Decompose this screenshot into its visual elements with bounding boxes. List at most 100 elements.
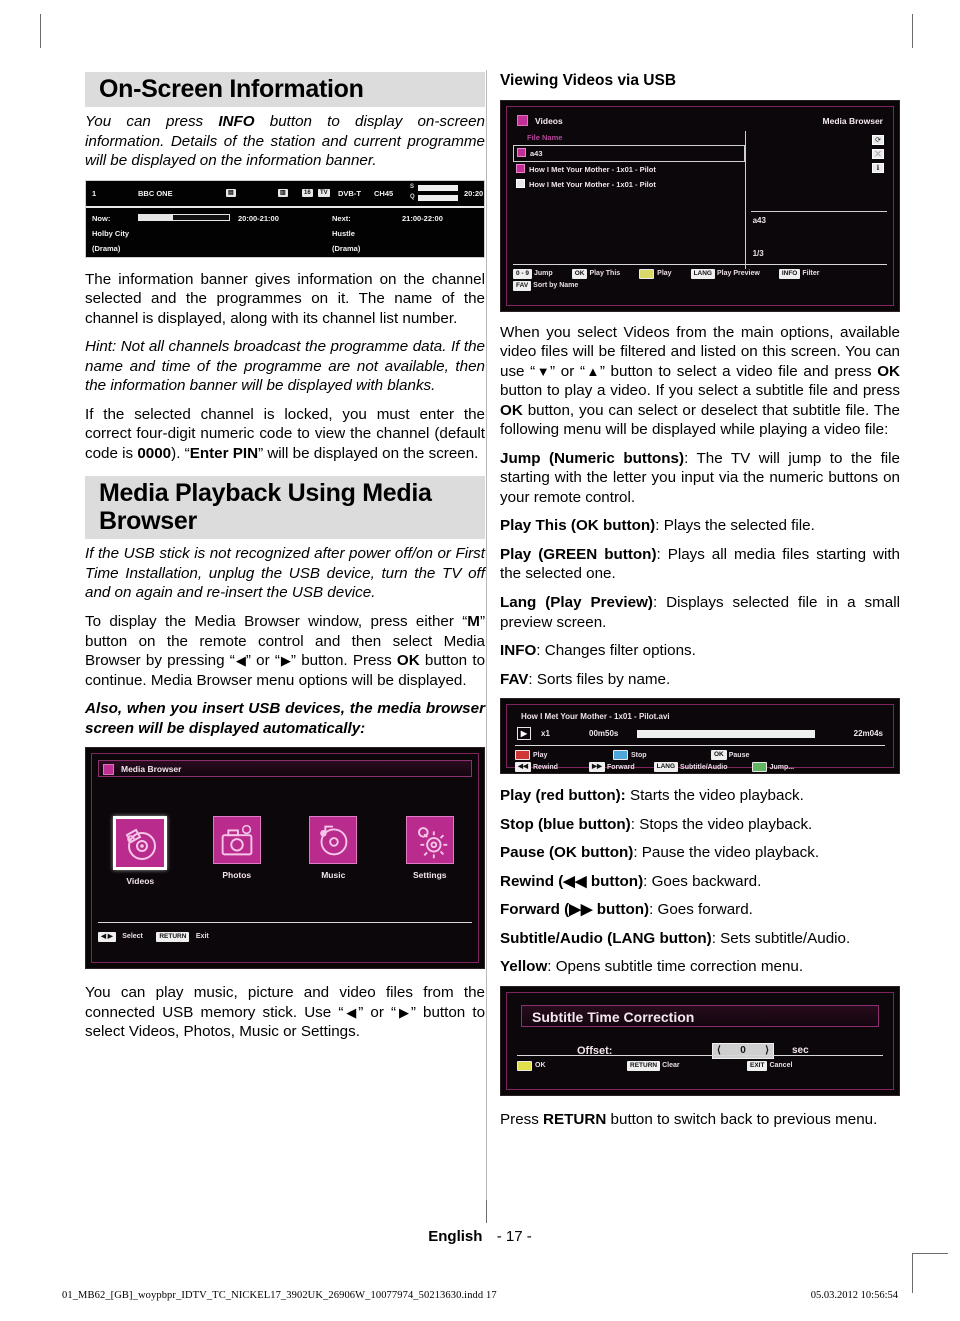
- subtitle-label-clear: Clear: [662, 1062, 680, 1070]
- definition-term-play-green: Play (GREEN button): [500, 545, 657, 563]
- info-icon[interactable]: ℹ: [872, 162, 884, 173]
- subtitle-dialog-title: Subtitle Time Correction: [521, 1004, 879, 1027]
- banner-audio-icon: TV: [318, 188, 330, 197]
- playback-seek-bar[interactable]: [637, 730, 815, 739]
- subtitle-key-yellow: [517, 1060, 532, 1071]
- playback-elapsed: 00m50s: [589, 729, 619, 739]
- legend-label-play-this: Play This: [589, 270, 621, 278]
- banner-now-time: 20:00-21:00: [238, 213, 279, 223]
- paragraph-videos-description: When you select Videos from the main opt…: [500, 323, 900, 439]
- pb-legend-subtitle-audio[interactable]: LANG Subtitle/Audio: [653, 762, 742, 773]
- banner-now-progress: [138, 213, 230, 221]
- definition-term-info: INFO: [500, 642, 537, 660]
- footer-key-exit[interactable]: RETURN: [156, 931, 190, 942]
- definition-term-play-this: Play This (OK button): [500, 517, 656, 535]
- page-title-onscreen-information: On-Screen Information: [85, 72, 485, 107]
- banner-quality-meter-label: Q: [410, 193, 415, 200]
- media-browser-window-title: Media Browser: [98, 760, 472, 778]
- legend-key-fav: FAV: [513, 280, 532, 291]
- videos-list-item[interactable]: How I Met Your Mother - 1x01 - Pilot: [513, 177, 745, 192]
- subtitle-time-correction-screenshot: Subtitle Time Correction Offset: ⟨ 0 ⟩ s…: [500, 985, 900, 1096]
- pb-label-subtitle-audio: Subtitle/Audio: [680, 763, 728, 771]
- legend-filter[interactable]: INFO Filter: [778, 268, 829, 279]
- legend-jump[interactable]: 0 - 9 Jump: [513, 268, 562, 279]
- page-language: English: [428, 1228, 483, 1245]
- banner-now-label: Now:: [92, 213, 111, 223]
- media-browser-label-settings: Settings: [412, 870, 447, 881]
- legend-sort[interactable]: FAV Sort by Name: [513, 280, 587, 291]
- banner-now-title: Holby City: [92, 228, 130, 238]
- pb-key-lang: LANG: [653, 762, 679, 773]
- legend-key-lang: LANG: [690, 268, 715, 279]
- left-column: On-Screen Information You can press INFO…: [85, 72, 485, 1042]
- pb-legend-pause[interactable]: OK Pause: [711, 750, 819, 761]
- definition-pause-ok: Pause (OK button): Pause the video playb…: [500, 843, 900, 863]
- pb-label-rewind: Rewind: [533, 763, 558, 771]
- subtitle-key-exit: EXIT: [747, 1060, 768, 1071]
- videos-preview-filename: a43: [752, 216, 766, 226]
- banner-clock: 20:20: [464, 188, 484, 198]
- banner-channel-name: BBC ONE: [138, 188, 173, 198]
- banner-channel-rf: CH45: [374, 188, 394, 198]
- repeat-icon[interactable]: ⟳: [872, 134, 884, 145]
- pb-legend-play[interactable]: Play: [515, 750, 603, 761]
- footer-key-select[interactable]: ◀ ▶: [98, 931, 116, 942]
- videos-list-screenshot: Videos Media Browser File Name a43 How I…: [500, 99, 900, 312]
- paragraph-banner-info: The information banner gives information…: [85, 270, 485, 327]
- pb-legend-jump[interactable]: Jump...: [751, 762, 840, 773]
- definition-play-red: Play (red button): Starts the video play…: [500, 786, 900, 806]
- crop-mark-bottom-right-v: [912, 1253, 913, 1293]
- banner-hd-icon: 16: [302, 188, 313, 197]
- subtitle-dialog-footer: OK RETURN Clear EXIT Cancel: [517, 1054, 883, 1083]
- videos-list-item-label: How I Met Your Mother - 1x01 - Pilot: [529, 164, 656, 174]
- paragraph-hint: Hint: Not all channels broadcast the pro…: [85, 338, 485, 395]
- media-browser-item-music[interactable]: Music: [297, 816, 369, 886]
- footer-label-exit: Exit: [195, 933, 209, 941]
- forward-icon: ▶▶: [589, 762, 605, 773]
- subtitle-legend-ok[interactable]: OK: [517, 1060, 617, 1071]
- banner-signal-meter: [418, 184, 458, 191]
- videos-icon: [113, 816, 168, 871]
- definition-desc-rewind: : Goes backward.: [643, 872, 762, 890]
- videos-list-item-label: How I Met Your Mother - 1x01 - Pilot: [529, 179, 656, 189]
- videos-window-header: Videos Media Browser: [513, 113, 887, 129]
- banner-next-time: 21:00-22:00: [402, 213, 443, 223]
- paragraph-press-return: Press RETURN button to switch back to pr…: [500, 1110, 878, 1128]
- pb-key-blue: [613, 750, 628, 761]
- media-browser-item-photos[interactable]: Photos: [201, 816, 273, 886]
- definition-term-forward: Forward (▶▶ button): [500, 901, 650, 919]
- legend-key-ok: OK: [571, 268, 588, 279]
- definition-term-pause-ok: Pause (OK button): [500, 844, 634, 862]
- definition-desc-yellow: : Opens subtitle time correction menu.: [547, 958, 804, 976]
- pb-legend-forward[interactable]: ▶▶ Forward: [589, 762, 644, 773]
- definition-stop-blue: Stop (blue button): Stops the video play…: [500, 815, 900, 835]
- subtitle-legend-cancel[interactable]: EXIT Cancel: [747, 1060, 801, 1071]
- media-browser-item-videos[interactable]: Videos: [104, 816, 176, 886]
- banner-now-genre: (Drama): [92, 243, 121, 253]
- media-browser-title-text: Media Browser: [121, 764, 182, 775]
- videos-list-item-label: a43: [530, 148, 543, 158]
- subtitle-legend-clear[interactable]: RETURN Clear: [627, 1060, 737, 1071]
- definition-play-this: Play This (OK button): Plays the selecte…: [500, 516, 900, 536]
- pb-legend-stop[interactable]: Stop: [613, 750, 701, 761]
- play-state-icon: ▶: [517, 727, 531, 741]
- videos-file-list: File Name a43 How I Met Your Mother - 1x…: [513, 130, 746, 269]
- media-browser-item-settings[interactable]: Settings: [394, 816, 466, 886]
- definition-desc-stop-blue: : Stops the video playback.: [630, 815, 813, 833]
- pb-legend-rewind[interactable]: ◀◀ Rewind: [515, 762, 579, 773]
- legend-play[interactable]: Play: [639, 268, 680, 279]
- pb-label-forward: Forward: [607, 763, 635, 771]
- video-file-icon: [516, 163, 525, 173]
- definition-jump: Jump (Numeric buttons): The TV will jump…: [500, 449, 900, 508]
- legend-key-info: INFO: [778, 268, 801, 279]
- videos-list-item[interactable]: a43: [513, 144, 745, 162]
- banner-top-row: 1 BBC ONE ▤ ▥ 16 TV DVB-T CH45 S Q 20:20: [86, 181, 484, 208]
- playback-footer-legend: Play Stop OK Pause ◀◀ Rewind ▶▶ Forward …: [515, 745, 885, 773]
- legend-label-filter: Filter: [802, 270, 820, 278]
- shuffle-icon[interactable]: ⤫: [872, 148, 884, 159]
- videos-window-icon: [517, 114, 528, 126]
- legend-play-preview[interactable]: LANG Play Preview: [690, 268, 769, 279]
- legend-play-this[interactable]: OK Play This: [571, 268, 629, 279]
- videos-list-item[interactable]: How I Met Your Mother - 1x01 - Pilot: [513, 162, 745, 177]
- banner-next-genre: (Drama): [332, 243, 361, 253]
